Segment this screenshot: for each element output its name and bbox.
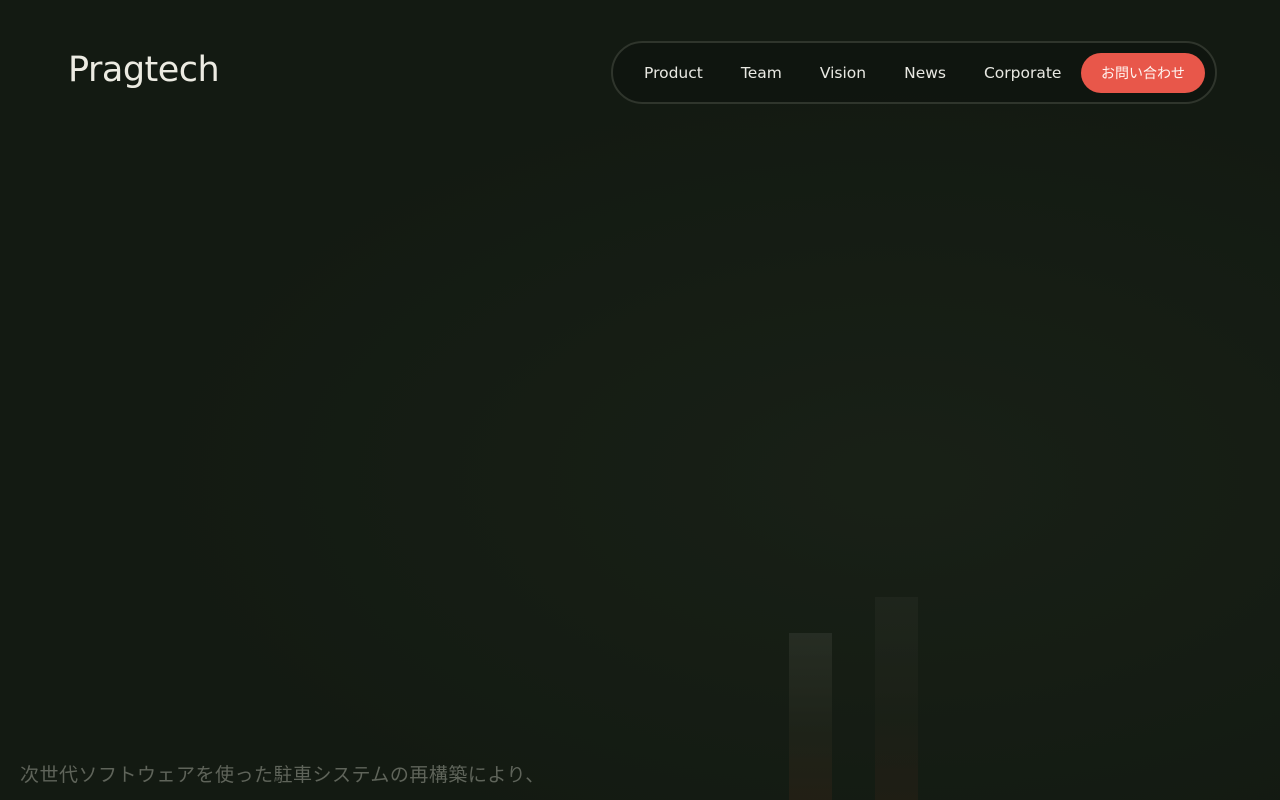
nav-item-vision[interactable]: Vision bbox=[801, 64, 885, 82]
nav-item-product[interactable]: Product bbox=[625, 64, 722, 82]
contact-button[interactable]: お問い合わせ bbox=[1081, 52, 1205, 93]
nav-item-team[interactable]: Team bbox=[722, 64, 801, 82]
main-nav: Product Team Vision News Corporate お問い合わ… bbox=[611, 41, 1217, 104]
decorative-bar bbox=[875, 597, 918, 800]
nav-item-corporate[interactable]: Corporate bbox=[965, 64, 1081, 82]
hero-text: 次世代ソフトウェアを使った駐車システムの再構築により、 bbox=[20, 764, 545, 786]
decorative-bar bbox=[789, 633, 832, 800]
brand-logo[interactable]: Pragtech bbox=[68, 50, 220, 90]
page: Pragtech Product Team Vision News Corpor… bbox=[0, 0, 1280, 800]
nav-item-news[interactable]: News bbox=[885, 64, 965, 82]
